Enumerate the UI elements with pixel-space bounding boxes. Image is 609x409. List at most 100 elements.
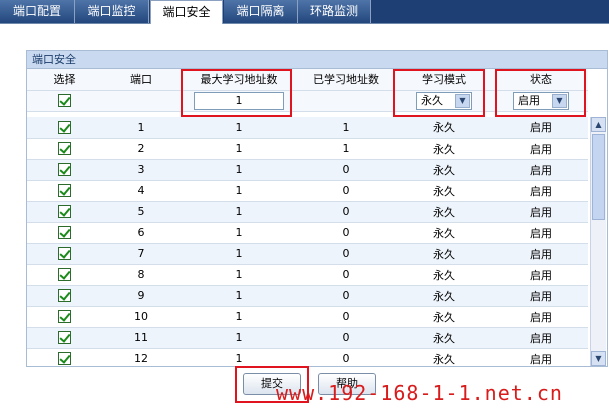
row-learned: 0 xyxy=(298,285,394,307)
watermark-text: www.192-168-1-1.net.cn xyxy=(276,381,563,405)
row-status: 启用 xyxy=(494,264,588,286)
row-max-learn: 1 xyxy=(180,138,298,160)
tab-bar: 端口配置 端口监控 端口安全 端口隔离 环路监测 xyxy=(0,0,609,24)
col-header-status: 状态 xyxy=(494,69,588,91)
row-learned: 0 xyxy=(298,180,394,202)
row-learned: 0 xyxy=(298,306,394,328)
row-checkbox[interactable] xyxy=(58,142,71,156)
row-mode: 永久 xyxy=(394,327,494,349)
header-table: 选择 端口 最大学习地址数 已学习地址数 学习模式 状态 永久 ▼ 启用 ▼ xyxy=(27,69,588,112)
table-row: 6 1 0 永久 启用 xyxy=(27,222,588,244)
tab-port-monitor[interactable]: 端口监控 xyxy=(75,0,149,23)
row-learned: 1 xyxy=(298,138,394,160)
port-rows-scroll-area: 1 1 1 永久 启用 2 1 1 永久 启用 3 1 0 永久 启用 4 1 0 永久 启用 5 1 0 永久 启用 6 1 0 永久… xyxy=(27,117,607,367)
row-port: 3 xyxy=(102,159,180,181)
row-status: 启用 xyxy=(494,201,588,223)
row-max-learn: 1 xyxy=(180,159,298,181)
tab-port-isolation[interactable]: 端口隔离 xyxy=(224,0,298,23)
row-learned: 0 xyxy=(298,327,394,349)
row-learned: 0 xyxy=(298,264,394,286)
row-checkbox[interactable] xyxy=(58,268,71,282)
row-mode: 永久 xyxy=(394,306,494,328)
row-learned: 0 xyxy=(298,348,394,367)
row-checkbox[interactable] xyxy=(58,247,71,261)
table-row: 3 1 0 永久 启用 xyxy=(27,159,588,181)
col-header-max-learn: 最大学习地址数 xyxy=(180,69,298,91)
row-port: 9 xyxy=(102,285,180,307)
row-mode: 永久 xyxy=(394,159,494,181)
row-port: 11 xyxy=(102,327,180,349)
row-mode: 永久 xyxy=(394,117,494,139)
row-mode: 永久 xyxy=(394,222,494,244)
row-learned: 0 xyxy=(298,159,394,181)
row-checkbox[interactable] xyxy=(58,331,71,345)
mode-select[interactable]: 永久 ▼ xyxy=(416,91,472,110)
row-checkbox[interactable] xyxy=(58,121,71,134)
tab-loop-detection[interactable]: 环路监测 xyxy=(298,0,371,23)
row-learned: 1 xyxy=(298,117,394,139)
row-max-learn: 1 xyxy=(180,264,298,286)
max-learn-input[interactable] xyxy=(194,91,284,110)
row-status: 启用 xyxy=(494,138,588,160)
row-checkbox[interactable] xyxy=(58,289,71,303)
row-status: 启用 xyxy=(494,306,588,328)
row-port: 1 xyxy=(102,117,180,139)
row-mode: 永久 xyxy=(394,138,494,160)
row-port: 10 xyxy=(102,306,180,328)
row-status: 启用 xyxy=(494,222,588,244)
row-status: 启用 xyxy=(494,243,588,265)
col-header-select: 选择 xyxy=(27,69,102,91)
row-status: 启用 xyxy=(494,117,588,139)
row-status: 启用 xyxy=(494,327,588,349)
col-header-learned: 已学习地址数 xyxy=(298,69,394,91)
row-port: 12 xyxy=(102,348,180,367)
tab-port-config[interactable]: 端口配置 xyxy=(0,0,75,23)
row-status: 启用 xyxy=(494,348,588,367)
row-checkbox[interactable] xyxy=(58,352,71,366)
row-max-learn: 1 xyxy=(180,348,298,367)
row-port: 7 xyxy=(102,243,180,265)
table-row: 2 1 1 永久 启用 xyxy=(27,138,588,160)
row-max-learn: 1 xyxy=(180,117,298,139)
row-checkbox[interactable] xyxy=(58,184,71,198)
table-row: 9 1 0 永久 启用 xyxy=(27,285,588,307)
scroll-up-icon[interactable]: ▲ xyxy=(591,117,606,132)
table-row: 1 1 1 永久 启用 xyxy=(27,117,588,139)
table-row: 11 1 0 永久 启用 xyxy=(27,327,588,349)
row-mode: 永久 xyxy=(394,201,494,223)
scroll-down-icon[interactable]: ▼ xyxy=(591,351,606,366)
row-checkbox[interactable] xyxy=(58,310,71,324)
status-select-value: 启用 xyxy=(518,93,540,107)
mode-select-value: 永久 xyxy=(421,93,443,107)
scroll-thumb[interactable] xyxy=(592,134,605,220)
row-mode: 永久 xyxy=(394,180,494,202)
row-mode: 永久 xyxy=(394,264,494,286)
row-checkbox[interactable] xyxy=(58,205,71,219)
row-status: 启用 xyxy=(494,285,588,307)
table-row: 5 1 0 永久 启用 xyxy=(27,201,588,223)
row-checkbox[interactable] xyxy=(58,163,71,177)
row-max-learn: 1 xyxy=(180,201,298,223)
row-port: 8 xyxy=(102,264,180,286)
port-security-panel: 端口安全 选择 端口 最大学习地址数 已学习地址数 学习模式 状态 永久 ▼ xyxy=(26,50,608,367)
table-row: 4 1 0 永久 启用 xyxy=(27,180,588,202)
row-max-learn: 1 xyxy=(180,285,298,307)
row-checkbox[interactable] xyxy=(58,226,71,240)
row-max-learn: 1 xyxy=(180,180,298,202)
col-header-mode: 学习模式 xyxy=(394,69,494,91)
row-max-learn: 1 xyxy=(180,222,298,244)
status-select[interactable]: 启用 ▼ xyxy=(513,91,569,110)
row-learned: 0 xyxy=(298,243,394,265)
select-all-checkbox[interactable] xyxy=(58,94,71,108)
row-mode: 永久 xyxy=(394,243,494,265)
row-mode: 永久 xyxy=(394,285,494,307)
table-row: 8 1 0 永久 启用 xyxy=(27,264,588,286)
row-status: 启用 xyxy=(494,180,588,202)
row-max-learn: 1 xyxy=(180,306,298,328)
vertical-scrollbar[interactable]: ▲ ▼ xyxy=(590,117,606,366)
table-row: 7 1 0 永久 启用 xyxy=(27,243,588,265)
row-port: 4 xyxy=(102,180,180,202)
row-port: 2 xyxy=(102,138,180,160)
row-port: 5 xyxy=(102,201,180,223)
tab-port-security[interactable]: 端口安全 xyxy=(150,0,223,24)
